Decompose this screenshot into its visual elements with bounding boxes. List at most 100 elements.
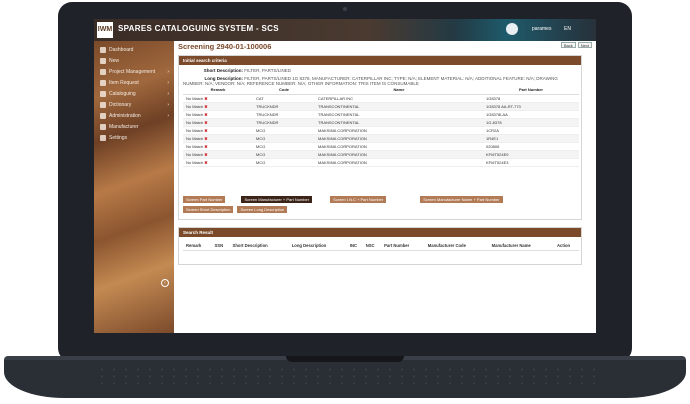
factory-icon bbox=[100, 123, 106, 130]
sidebar-item-dashboard[interactable]: Dashboard bbox=[94, 44, 174, 55]
x-mark-icon: ✖ bbox=[204, 95, 208, 101]
table-row: No Match ✖ TRUCKNDR TRANSCONTINENTAL 1G-837… bbox=[183, 118, 579, 127]
short-description-row: Short Description: FILTER, PARTS/LINED bbox=[183, 68, 291, 73]
code-cell: MCG bbox=[253, 158, 315, 167]
collapse-arrow-icon[interactable]: ‹ bbox=[161, 279, 169, 287]
name-cell: MAKSIMA CORPORATION bbox=[315, 126, 483, 135]
sidebar-item-label: Manufacturer bbox=[109, 123, 139, 130]
col-short-description: Short Description bbox=[229, 241, 289, 251]
chevron-right-icon: › bbox=[167, 112, 169, 119]
chevron-right-icon: › bbox=[167, 68, 169, 75]
part-cell: 1G8378 AA-RT-770 bbox=[483, 102, 579, 111]
code-cell: TRUCKNDR bbox=[253, 102, 315, 111]
remark-cell: No Match ✖ bbox=[183, 150, 253, 159]
table-row: No Match ✖ MCG MAKSIMA CORPORATION KFI6T524… bbox=[183, 158, 579, 167]
screen-buttons-row-2: Screen Short Description Screen Long Des… bbox=[183, 206, 288, 213]
sidebar-item-item-request[interactable]: Item Request › bbox=[94, 77, 174, 88]
webcam bbox=[343, 7, 347, 11]
x-mark-icon: ✖ bbox=[204, 103, 208, 109]
app-screen: IWM SPARES CATALOGUING SYSTEM - SCS para… bbox=[94, 19, 596, 333]
settings-icon bbox=[100, 134, 106, 141]
remark-cell: No Match ✖ bbox=[183, 158, 253, 167]
chevron-right-icon: › bbox=[167, 90, 169, 97]
page-title: Screening 2940-01-100006 bbox=[178, 42, 272, 51]
table-row: No Match ✖ CAT CATERPILLAR INC 1G8378 bbox=[183, 94, 579, 103]
screen-short-description-button[interactable]: Screen Short Description bbox=[183, 206, 234, 213]
col-inc: INC bbox=[346, 241, 363, 251]
briefcase-icon bbox=[100, 68, 106, 75]
list-icon bbox=[100, 79, 106, 86]
name-cell: MAKSIMA CORPORATION bbox=[315, 150, 483, 159]
keyboard-texture bbox=[96, 366, 596, 388]
col-code: Code bbox=[253, 86, 315, 95]
screen-inc-part-number-button[interactable]: Screen I.N.C + Part Number bbox=[330, 196, 387, 203]
search-result-panel: Search Result Remark SSN Short Descripti… bbox=[178, 227, 582, 265]
sidebar-item-new[interactable]: New bbox=[94, 55, 174, 66]
screen-manufacturer-part-number-button[interactable]: Screen Manufacturer + Part Number bbox=[241, 196, 313, 203]
table-row: No Match ✖ MCG MAKSIMA CORPORATION 1CR2A bbox=[183, 126, 579, 135]
sidebar-item-settings[interactable]: Settings bbox=[94, 132, 174, 143]
name-cell: TRANSCONTINENTAL bbox=[315, 118, 483, 127]
name-cell: CATERPILLAR INC bbox=[315, 94, 483, 103]
criteria-panel-title: Initial search criteria bbox=[179, 56, 581, 65]
screen-manufacturer-name-part-number-button[interactable]: Screen Manufacturer Name + Part Number bbox=[420, 196, 503, 203]
remark-cell: No Match ✖ bbox=[183, 134, 253, 143]
sidebar-item-administration[interactable]: Administration › bbox=[94, 110, 174, 121]
sidebar-item-cataloguing[interactable]: Cataloguing › bbox=[94, 88, 174, 99]
part-cell: 1G8378 bbox=[483, 94, 579, 103]
sidebar-item-dictionary[interactable]: Dictionary › bbox=[94, 99, 174, 110]
sidebar: Dashboard New Project Management › Item R… bbox=[94, 41, 174, 333]
sidebar-item-label: Settings bbox=[109, 134, 128, 141]
back-button[interactable]: Back bbox=[560, 42, 576, 48]
x-mark-icon: ✖ bbox=[204, 143, 208, 149]
search-result-title: Search Result bbox=[179, 228, 581, 237]
remark-cell: No Match ✖ bbox=[183, 94, 253, 103]
code-cell: MCG bbox=[253, 142, 315, 151]
criteria-table-header: Remark Code Name Part Number bbox=[183, 86, 579, 95]
col-remark: Remark bbox=[183, 241, 212, 251]
language-selector[interactable]: EN bbox=[564, 26, 571, 32]
sidebar-item-project-management[interactable]: Project Management › bbox=[94, 66, 174, 77]
x-mark-icon: ✖ bbox=[204, 151, 208, 157]
screen-part-number-button[interactable]: Screen Part Number bbox=[183, 196, 226, 203]
sidebar-item-manufacturer[interactable]: Manufacturer bbox=[94, 121, 174, 132]
sidebar-item-label: Item Request bbox=[109, 79, 139, 86]
col-manufacturer-code: Manufacturer Code bbox=[424, 241, 489, 251]
table-row: No Match ✖ MCG MAKSIMA CORPORATION 020806 bbox=[183, 142, 579, 151]
remark-cell: No Match ✖ bbox=[183, 126, 253, 135]
col-ssn: SSN bbox=[211, 241, 230, 251]
criteria-table: Remark Code Name Part Number No Match ✖ C… bbox=[183, 86, 579, 167]
code-cell: MCG bbox=[253, 150, 315, 159]
col-part-number: Part Number bbox=[381, 241, 425, 251]
col-name: Name bbox=[315, 86, 483, 95]
remark-cell: No Match ✖ bbox=[183, 118, 253, 127]
user-avatar-icon[interactable] bbox=[506, 23, 518, 35]
remark-cell: No Match ✖ bbox=[183, 110, 253, 119]
name-cell: MAKSIMA CORPORATION bbox=[315, 134, 483, 143]
screen-long-description-button[interactable]: Screen Long Description bbox=[237, 206, 288, 213]
col-long-description: Long Description bbox=[288, 241, 347, 251]
next-button[interactable]: Next bbox=[577, 42, 592, 48]
app-title: SPARES CATALOGUING SYSTEM - SCS bbox=[118, 24, 279, 33]
screen-buttons-row-1: Screen Part Number Screen Manufacturer +… bbox=[183, 196, 503, 203]
book-icon bbox=[100, 90, 106, 97]
sidebar-item-label: New bbox=[109, 57, 120, 64]
chevron-right-icon: › bbox=[167, 101, 169, 108]
name-cell: MAKSIMA CORPORATION bbox=[315, 142, 483, 151]
col-nsc: NSC bbox=[362, 241, 382, 251]
chevron-right-icon: › bbox=[167, 79, 169, 86]
code-cell: CAT bbox=[253, 94, 315, 103]
gear-icon bbox=[100, 112, 106, 119]
app-logo: IWM bbox=[97, 22, 113, 38]
laptop-notch bbox=[286, 356, 404, 362]
username-menu[interactable]: parames bbox=[532, 26, 551, 32]
col-manufacturer-name: Manufacturer Name bbox=[488, 241, 555, 251]
code-cell: MCG bbox=[253, 126, 315, 135]
app-header: IWM SPARES CATALOGUING SYSTEM - SCS para… bbox=[94, 19, 596, 41]
x-mark-icon: ✖ bbox=[204, 119, 208, 125]
search-result-table: Remark SSN Short Description Long Descri… bbox=[183, 241, 579, 251]
x-mark-icon: ✖ bbox=[204, 135, 208, 141]
dashboard-icon bbox=[100, 46, 106, 53]
x-mark-icon: ✖ bbox=[204, 111, 208, 117]
search-result-header: Remark SSN Short Description Long Descri… bbox=[183, 241, 579, 251]
